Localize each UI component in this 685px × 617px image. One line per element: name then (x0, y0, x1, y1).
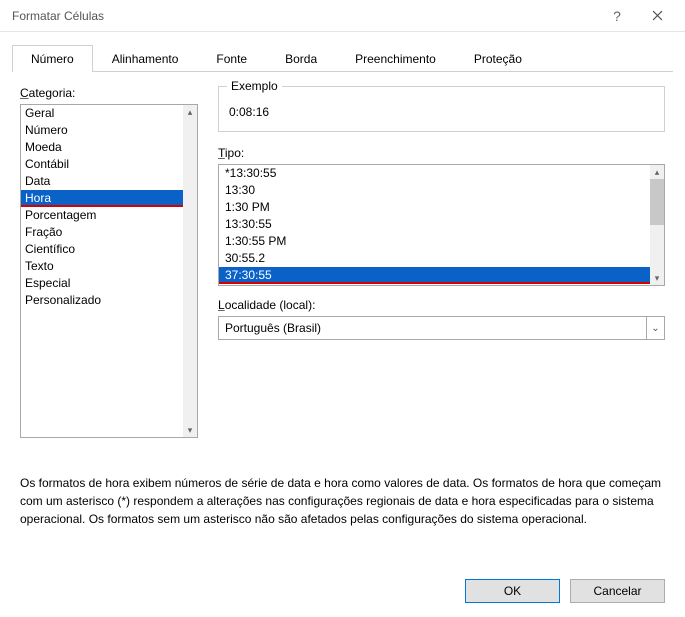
example-label: Exemplo (227, 79, 282, 93)
scrollbar[interactable]: ▴ ▾ (650, 165, 664, 285)
scrollbar[interactable]: ▴ ▾ (183, 105, 197, 437)
category-item[interactable]: Hora (21, 190, 183, 207)
category-item[interactable]: Data (21, 173, 183, 190)
help-button[interactable]: ? (597, 2, 637, 30)
locale-value: Português (Brasil) (219, 321, 646, 335)
type-item[interactable]: 13:30:55 (219, 216, 650, 233)
category-item[interactable]: Número (21, 122, 183, 139)
chevron-down-icon[interactable]: ⌄ (646, 317, 664, 339)
locale-label: Localidade (local): (218, 298, 665, 312)
description-text: Os formatos de hora exibem números de sé… (20, 474, 665, 528)
category-item[interactable]: Texto (21, 258, 183, 275)
category-item[interactable]: Contábil (21, 156, 183, 173)
close-icon (652, 10, 663, 21)
type-item[interactable]: *13:30:55 (219, 165, 650, 182)
type-listbox[interactable]: *13:30:5513:301:30 PM13:30:551:30:55 PM3… (218, 164, 665, 286)
scroll-up-icon[interactable]: ▴ (183, 105, 197, 119)
category-listbox[interactable]: GeralNúmeroMoedaContábilDataHoraPorcenta… (20, 104, 198, 438)
dialog-footer: OK Cancelar (20, 579, 665, 603)
category-item[interactable]: Personalizado (21, 292, 183, 309)
locale-dropdown[interactable]: Português (Brasil) ⌄ (218, 316, 665, 340)
tab-fonte[interactable]: Fonte (197, 45, 266, 72)
type-item[interactable]: 13:30 (219, 182, 650, 199)
category-item[interactable]: Porcentagem (21, 207, 183, 224)
tab-preenchimento[interactable]: Preenchimento (336, 45, 455, 72)
type-item[interactable]: 1:30 PM (219, 199, 650, 216)
tab-borda[interactable]: Borda (266, 45, 336, 72)
scroll-up-icon[interactable]: ▴ (650, 165, 664, 179)
scroll-down-icon[interactable]: ▾ (183, 423, 197, 437)
tab-número[interactable]: Número (12, 45, 93, 72)
type-label: Tipo: (218, 146, 665, 160)
window-title: Formatar Células (12, 9, 597, 23)
scroll-thumb[interactable] (650, 179, 664, 225)
titlebar: Formatar Células ? (0, 0, 685, 32)
example-group: Exemplo 0:08:16 (218, 86, 665, 132)
scroll-down-icon[interactable]: ▾ (650, 271, 664, 285)
type-item[interactable]: 1:30:55 PM (219, 233, 650, 250)
category-item[interactable]: Especial (21, 275, 183, 292)
category-item[interactable]: Geral (21, 105, 183, 122)
category-item[interactable]: Moeda (21, 139, 183, 156)
tab-proteção[interactable]: Proteção (455, 45, 541, 72)
ok-button[interactable]: OK (465, 579, 560, 603)
category-item[interactable]: Fração (21, 224, 183, 241)
tab-strip: NúmeroAlinhamentoFonteBordaPreenchimento… (12, 44, 673, 72)
example-value: 0:08:16 (229, 105, 654, 119)
tab-alinhamento[interactable]: Alinhamento (93, 45, 198, 72)
close-button[interactable] (637, 2, 677, 30)
cancel-button[interactable]: Cancelar (570, 579, 665, 603)
type-item[interactable]: 30:55.2 (219, 250, 650, 267)
category-label: Categoria: (20, 86, 198, 100)
type-item[interactable]: 37:30:55 (219, 267, 650, 284)
category-item[interactable]: Científico (21, 241, 183, 258)
